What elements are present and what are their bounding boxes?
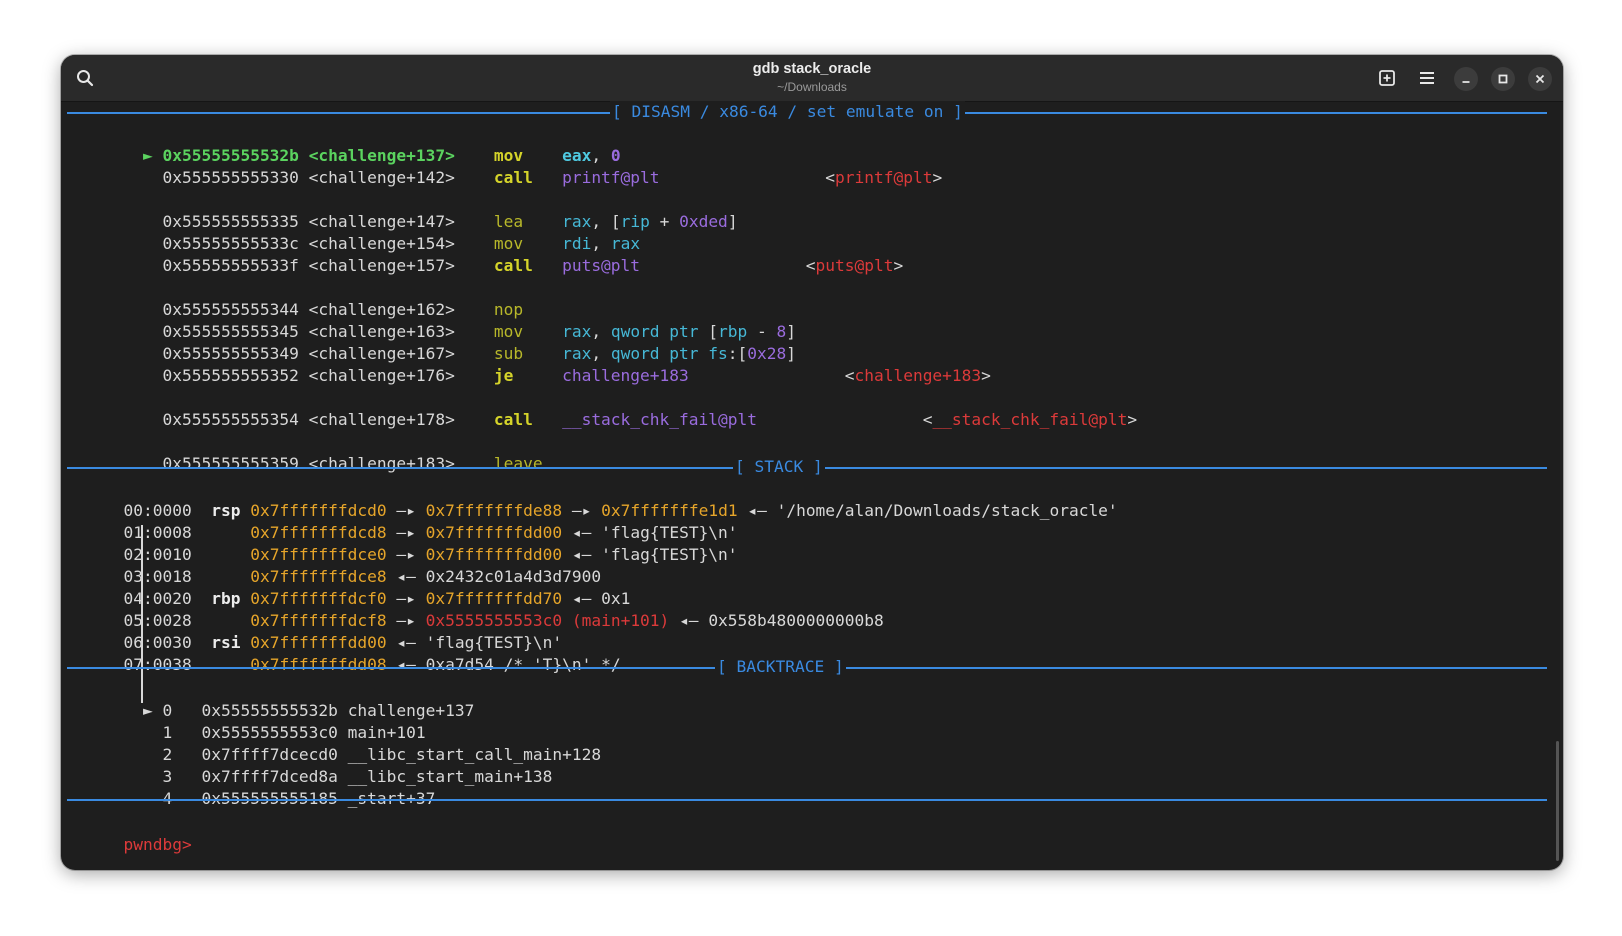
stack-value: '/home/alan/Downloads/stack_oracle': [776, 501, 1118, 520]
disasm-mnemonic: call: [493, 410, 533, 429]
backtrace-row: 3 0x7ffff7dced8a __libc_start_main+138: [65, 744, 552, 786]
disasm-row: 0x555555555349 <challenge+167> sub rax, …: [162, 344, 797, 363]
new-tab-icon: [1379, 70, 1395, 86]
close-button[interactable]: [1528, 67, 1552, 91]
operand: __stack_chk_fail@plt: [562, 410, 757, 429]
target-annotation: __stack_chk_fail@plt: [932, 410, 1128, 429]
disasm-mnemonic: call: [493, 256, 533, 275]
backtrace-separator: [ BACKTRACE ]: [67, 656, 1547, 678]
gdb-prompt: pwndbg>: [123, 835, 192, 854]
stack-row: 00:0000 rsp 0x7fffffffdcd0 —▸ 0x7fffffff…: [123, 501, 1118, 520]
disasm-addr: 0x555555555354: [162, 410, 299, 429]
target-annotation: challenge+183: [854, 366, 982, 385]
backtrace-row: 1 0x5555555553c0 main+101: [65, 700, 425, 742]
backtrace-row: ► 0 0x55555555532b challenge+137: [65, 678, 474, 720]
stack-row: 04:0020 rbp 0x7fffffffdcf0 —▸ 0x7fffffff…: [123, 589, 631, 608]
title-bar: gdb stack_oracle ~/Downloads: [61, 55, 1563, 102]
operand: puts@plt: [562, 256, 641, 275]
stack-header: [ STACK ]: [733, 456, 825, 478]
disasm-mnemonic: call: [493, 168, 533, 187]
operand: printf@plt: [562, 168, 660, 187]
new-tab-button[interactable]: [1373, 64, 1401, 92]
disasm-sym: <challenge+178>: [308, 410, 455, 429]
disasm-mnemonic: je: [493, 366, 514, 385]
backtrace-header: [ BACKTRACE ]: [715, 656, 846, 678]
disasm-sym: <challenge+142>: [308, 168, 455, 187]
window-subtitle: ~/Downloads: [777, 80, 847, 94]
stack-row: 05:0028 0x7fffffffdcf8 —▸ 0x5555555553c0…: [123, 611, 884, 630]
disasm-current-row: ► 0x55555555532b <challenge+137> mov eax…: [142, 146, 621, 165]
stack-row: 07:0038 0x7fffffffdd08 ◂— 0xa7d54 /* 'T}…: [123, 655, 621, 674]
disasm-sym: <challenge+176>: [308, 366, 455, 385]
backtrace-row: 2 0x7ffff7dcecd0 __libc_start_call_main+…: [65, 722, 601, 764]
disasm-row: 0x555555555344 <challenge+162> nop: [65, 277, 523, 319]
disasm-header: [ DISASM / x86-64 / set emulate on ]: [610, 101, 965, 123]
minimize-button[interactable]: [1454, 67, 1478, 91]
bottom-separator: [67, 788, 1547, 810]
operand: challenge+183: [562, 366, 689, 385]
disasm-row: 0x555555555330 <challenge+142> call prin…: [162, 168, 943, 187]
terminal-output[interactable]: [ DISASM / x86-64 / set emulate on ] ► 0…: [65, 101, 1563, 870]
target-annotation: printf@plt: [834, 168, 933, 187]
disasm-row: 0x555555555359 <challenge+183> leave: [65, 431, 542, 473]
disasm-row: 0x555555555335 <challenge+147> lea rax, …: [162, 212, 738, 231]
disasm-row: 0x55555555533c <challenge+154> mov rdi, …: [162, 234, 641, 253]
disasm-row: 0x55555555533f <challenge+157> call puts…: [162, 256, 904, 275]
terminal-window: gdb stack_oracle ~/Downloads [DISASM / …: [61, 55, 1563, 870]
minimize-icon: [1462, 81, 1470, 83]
disasm-sym: <challenge+157>: [308, 256, 455, 275]
maximize-button[interactable]: [1491, 67, 1515, 91]
scrollbar[interactable]: [1556, 741, 1559, 861]
disasm-addr: 0x555555555330: [162, 168, 299, 187]
disasm-addr: 0x555555555352: [162, 366, 299, 385]
backtrace-row: 4 0x555555555185 _start+37: [65, 766, 435, 808]
stack-row: 06:0030 rsi 0x7fffffffdd00 ◂— 'flag{TEST…: [123, 633, 563, 652]
menu-button[interactable]: [1413, 64, 1441, 92]
maximize-icon: [1498, 74, 1508, 84]
disasm-row: 0x555555555354 <challenge+178> call __st…: [162, 410, 1138, 429]
stack-value: 'flag{TEST}\n': [601, 545, 738, 564]
stack-row: 02:0010 0x7fffffffdce0 —▸ 0x7fffffffdd00…: [123, 545, 738, 564]
disasm-addr: 0x55555555533f: [162, 256, 299, 275]
stack-value: 0x558b4800000000b8: [708, 611, 884, 630]
disasm-separator: [ DISASM / x86-64 / set emulate on ]: [67, 101, 1547, 123]
stack-row: 01:0008 0x7fffffffdcd8 —▸ 0x7fffffffdd00…: [123, 523, 738, 542]
close-icon: [1535, 74, 1545, 84]
stack-separator: [ STACK ]: [67, 456, 1547, 478]
target-annotation: puts@plt: [815, 256, 894, 275]
stack-row: 03:0018 0x7fffffffdce8 ◂— 0x2432c01a4d3d…: [123, 567, 602, 586]
window-title: gdb stack_oracle: [752, 61, 872, 77]
disasm-row: 0x555555555352 <challenge+176> je challe…: [162, 366, 991, 385]
hamburger-menu-icon: [1420, 72, 1434, 84]
disasm-row: 0x555555555345 <challenge+163> mov rax, …: [162, 322, 797, 341]
prompt-line[interactable]: pwndbg>: [65, 812, 191, 854]
